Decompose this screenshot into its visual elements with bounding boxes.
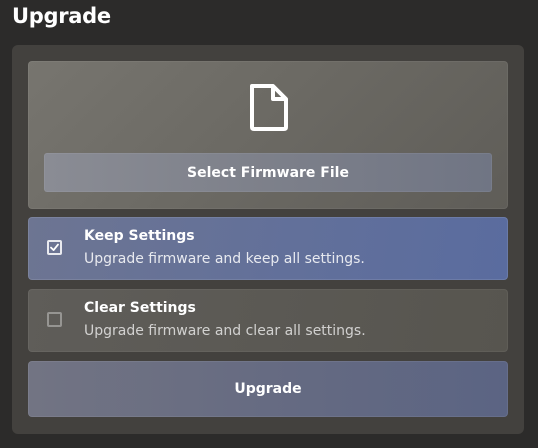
keep-settings-description: Upgrade firmware and keep all settings. <box>84 251 365 267</box>
clear-settings-description: Upgrade firmware and clear all settings. <box>84 323 366 339</box>
keep-settings-title: Keep Settings <box>84 228 195 244</box>
clear-settings-checkbox[interactable] <box>47 312 62 327</box>
clear-settings-title: Clear Settings <box>84 300 196 316</box>
upgrade-button[interactable]: Upgrade <box>28 361 508 417</box>
checkmark-icon <box>50 243 59 251</box>
select-firmware-file-button[interactable]: Select Firmware File <box>44 153 492 192</box>
keep-settings-checkbox[interactable] <box>47 240 62 255</box>
page-title: Upgrade <box>12 4 111 28</box>
clear-settings-option[interactable]: Clear Settings Upgrade firmware and clea… <box>28 289 508 352</box>
file-icon <box>250 84 288 131</box>
keep-settings-option[interactable]: Keep Settings Upgrade firmware and keep … <box>28 217 508 280</box>
